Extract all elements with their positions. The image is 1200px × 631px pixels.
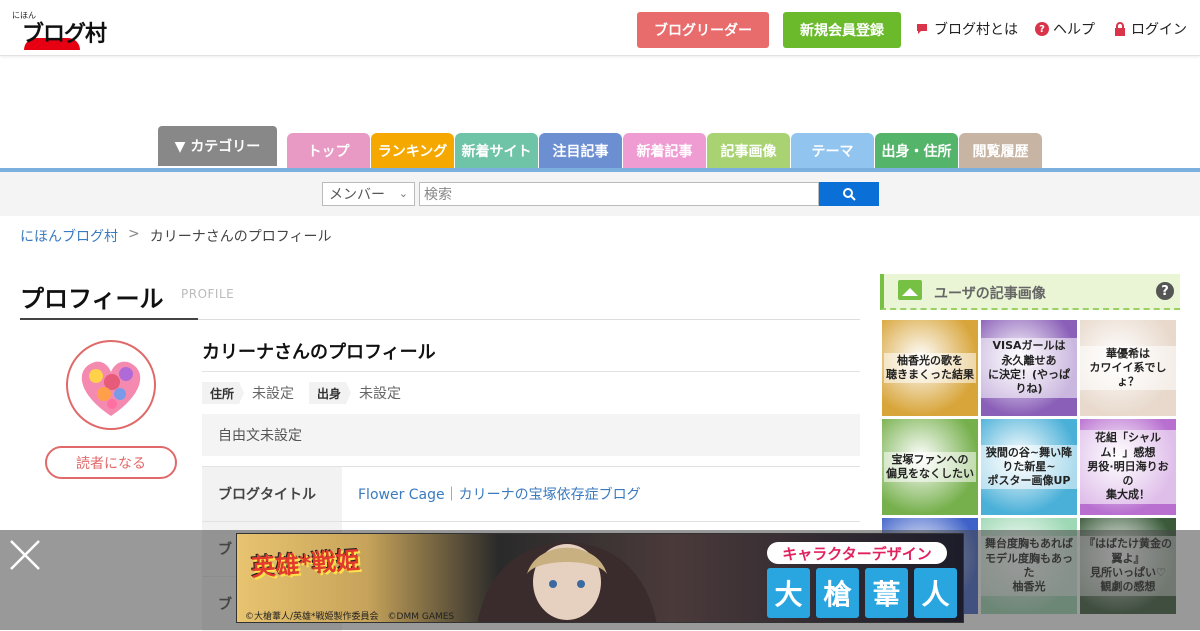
search-scope-select[interactable]: メンバー ⌄ xyxy=(322,182,415,206)
chevron-down-icon: ⌄ xyxy=(398,187,408,200)
register-button[interactable]: 新規会員登録 xyxy=(783,12,901,48)
category-button[interactable]: ▼ カテゴリー xyxy=(158,126,277,166)
origin-value: 未設定 xyxy=(359,386,401,402)
breadcrumb-home-link[interactable]: にほんブログ村 xyxy=(20,226,118,246)
breadcrumb-current: カリーナさんのプロフィール xyxy=(149,229,332,245)
profile-row: ブログタイトル Flower Cage｜カリーナの宝塚依存症ブログ xyxy=(202,466,860,521)
nav-tab[interactable]: 新着サイト xyxy=(455,133,538,169)
ad-artist-name: 大 槍 葦 人 xyxy=(767,568,957,618)
article-thumbnail[interactable]: 華優希は カワイイ系でしょ？ xyxy=(1080,320,1176,416)
article-thumbnail[interactable]: VISAガールは 永久離せあ に決定！(やっぱりね) xyxy=(981,320,1077,416)
origin-tag: 出身 xyxy=(309,382,352,404)
help-link[interactable]: ? ヘルプ xyxy=(1035,20,1095,38)
help-icon[interactable]: ? xyxy=(1156,282,1174,300)
thumbnail-caption: 宝塚ファンへの 偏見をなくしたい xyxy=(884,451,976,483)
ad-banner[interactable]: 英雄*戦姫 ©大槍葦人/英雄*戦姫製作委員会 ©DMM GAMES キャラクター… xyxy=(236,533,964,623)
address-value: 未設定 xyxy=(252,386,294,402)
about-link[interactable]: ブログ村とは xyxy=(916,20,1018,38)
thumbnail-caption: 柚香光の歌を 聴きまくった結果 xyxy=(884,352,976,384)
profile-name-divider xyxy=(202,371,860,372)
ad-name-char: 人 xyxy=(914,568,957,618)
nav-tab[interactable]: 注目記事 xyxy=(539,133,622,169)
ad-character-art xyxy=(477,542,657,622)
article-images-title: ユーザの記事画像 xyxy=(934,286,1046,302)
nav-tab[interactable]: 閲覧履歴 xyxy=(959,133,1042,169)
avatar xyxy=(66,340,156,430)
search-icon xyxy=(843,188,856,201)
nav-tab[interactable]: テーマ xyxy=(791,133,874,169)
help-icon: ? xyxy=(1035,22,1049,36)
nav-tab[interactable]: 出身・住所 xyxy=(875,133,958,169)
free-text: 自由文未設定 xyxy=(202,414,860,456)
chat-icon xyxy=(916,22,930,36)
about-label: ブログ村とは xyxy=(934,22,1018,38)
login-link[interactable]: ログイン xyxy=(1113,20,1187,38)
page-title-en: PROFILE xyxy=(181,287,235,301)
thumbnail-caption: 華優希は カワイイ系でしょ？ xyxy=(1080,345,1176,391)
follow-button[interactable]: 読者になる xyxy=(45,446,177,479)
search-placeholder: 検索 xyxy=(424,187,452,203)
login-label: ログイン xyxy=(1131,22,1187,38)
search-input[interactable]: 検索 xyxy=(419,182,819,206)
nihon-blogmura-logo[interactable]: にほん ブログ村 xyxy=(10,8,110,50)
image-icon xyxy=(898,280,922,300)
blog-title-link[interactable]: Flower Cage｜カリーナの宝塚依存症ブログ xyxy=(358,467,641,521)
breadcrumb-separator: > xyxy=(128,226,140,242)
ad-copyright: ©大槍葦人/英雄*戦姫製作委員会 ©DMM GAMES xyxy=(245,612,455,622)
article-thumbnail[interactable]: 狭間の谷~舞い降りた新星~ ポスター画像UP xyxy=(981,419,1077,515)
lock-icon xyxy=(1113,22,1127,36)
ad-name-char: 槍 xyxy=(816,568,859,618)
close-icon[interactable] xyxy=(8,538,42,572)
profile-name: カリーナさんのプロフィール xyxy=(202,342,436,363)
ad-role-label: キャラクターデザイン xyxy=(767,542,947,564)
flower-heart-icon xyxy=(81,361,141,416)
ad-name-char: 大 xyxy=(767,568,810,618)
breadcrumb: にほんブログ村 > カリーナさんのプロフィール xyxy=(20,226,331,246)
address-tag: 住所 xyxy=(202,382,245,404)
thumbnail-caption: 花組「シャルム！」感想 男役·明日海りおの 集大成！ xyxy=(1080,430,1176,504)
article-thumbnail[interactable]: 柚香光の歌を 聴きまくった結果 xyxy=(882,320,978,416)
ad-name-char: 葦 xyxy=(865,568,908,618)
page-title: プロフィール xyxy=(20,285,164,313)
article-thumbnail[interactable]: 宝塚ファンへの 偏見をなくしたい xyxy=(882,419,978,515)
logo-main-text: ブログ村 xyxy=(22,22,107,47)
nav-tab[interactable]: トップ xyxy=(287,133,370,169)
search-button[interactable] xyxy=(819,182,879,206)
search-scope-value: メンバー xyxy=(329,187,385,203)
row-header: ブログタイトル xyxy=(202,467,342,521)
article-images-header: ユーザの記事画像 ? xyxy=(880,274,1180,310)
nav-tab[interactable]: ランキング xyxy=(371,133,454,169)
title-underline xyxy=(20,318,198,320)
nav-tab[interactable]: 記事画像 xyxy=(707,133,790,169)
article-thumbnail[interactable]: 花組「シャルム！」感想 男役·明日海りおの 集大成！ xyxy=(1080,419,1176,515)
blog-reader-button[interactable]: ブログリーダー xyxy=(637,12,769,48)
ad-game-logo: 英雄*戦姫 xyxy=(250,546,361,582)
thumbnail-caption: VISAガールは 永久離せあ に決定！(やっぱりね) xyxy=(981,338,1077,398)
site-header: にほん ブログ村 ブログリーダー 新規会員登録 ブログ村とは ? ヘルプ ログイ… xyxy=(0,0,1200,56)
nav-tab[interactable]: 新着記事 xyxy=(623,133,706,169)
help-label: ヘルプ xyxy=(1053,22,1095,38)
thumbnail-caption: 狭間の谷~舞い降りた新星~ ポスター画像UP xyxy=(981,444,1077,490)
